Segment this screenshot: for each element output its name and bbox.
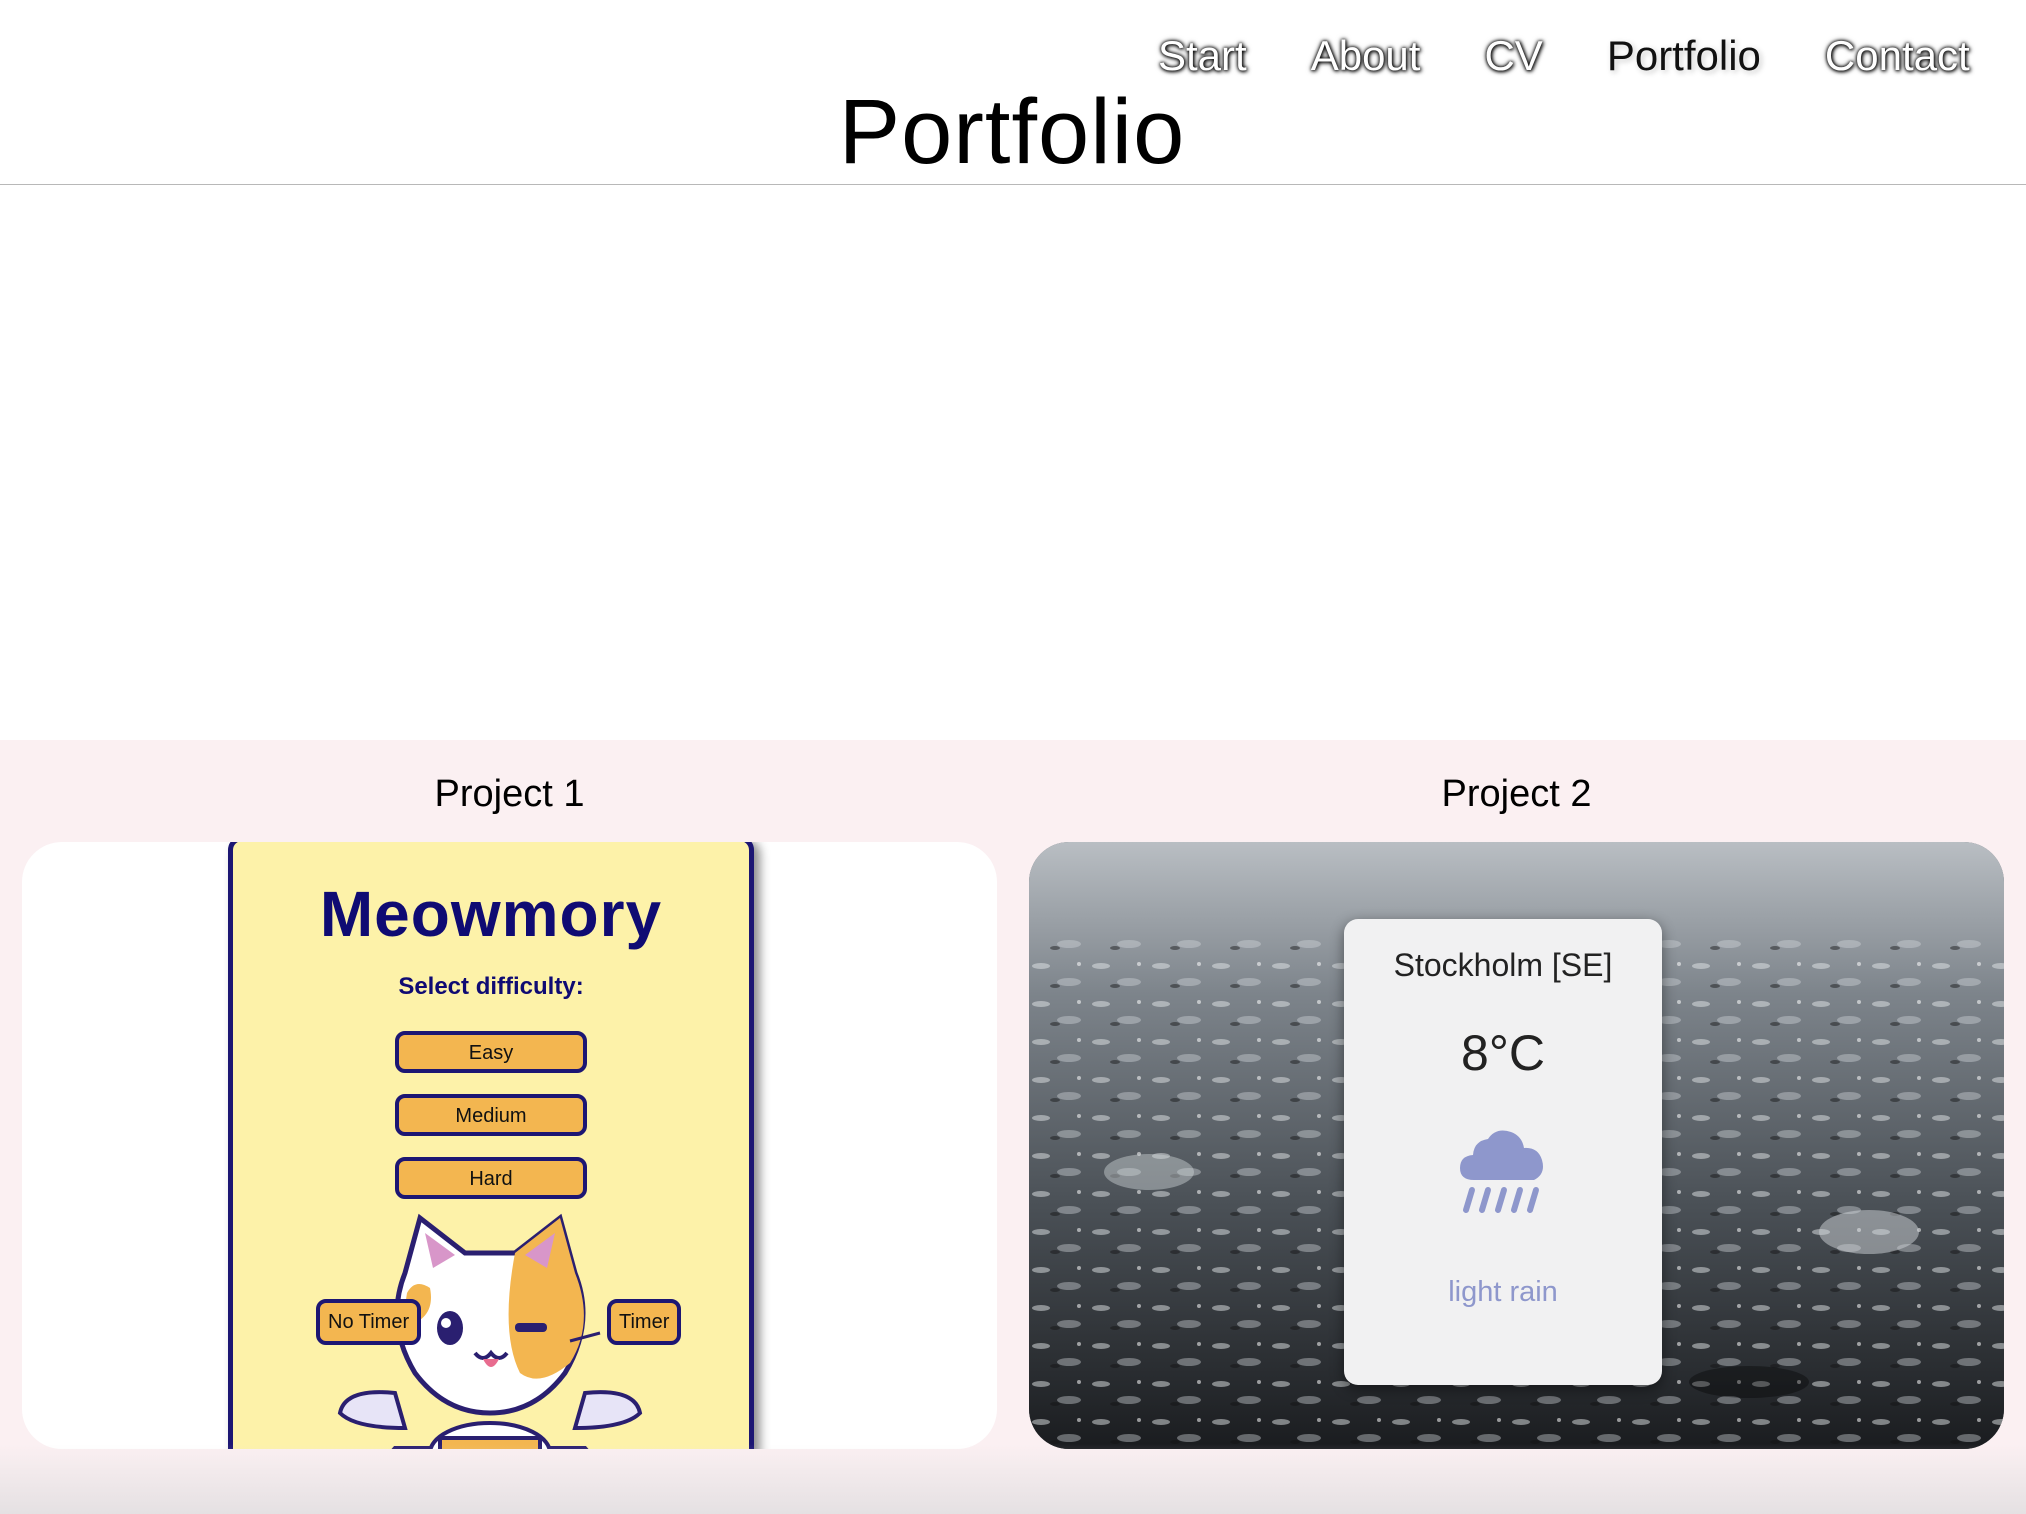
timer-button[interactable]: Timer (607, 1299, 682, 1345)
nav-portfolio[interactable]: Portfolio (1607, 30, 1761, 82)
site-header: Start About CV Portfolio Contact Portfol… (0, 0, 2026, 185)
page-title: Portfolio (0, 80, 2026, 184)
project-2-card[interactable]: Stockholm [SE] 8°C light rain (1029, 842, 2004, 1449)
meowmory-title: Meowmory (319, 878, 663, 950)
project-2-label: Project 2 (1441, 773, 1592, 815)
difficulty-prompt: Select difficulty: (398, 973, 584, 1000)
project-1-label: Project 1 (434, 773, 585, 815)
easy-button[interactable]: Easy (395, 1031, 587, 1073)
page-title-text: Portfolio (838, 81, 1186, 183)
nav-start[interactable]: Start (1158, 30, 1247, 82)
rain-cloud-icon (1460, 1130, 1543, 1213)
nav-contact[interactable]: Contact (1825, 30, 1970, 82)
section-bottom-fade (0, 1444, 2026, 1514)
main-nav: Start About CV Portfolio Contact (1130, 30, 1970, 82)
hard-button[interactable]: Hard (395, 1157, 587, 1199)
city-name: Stockholm [SE] (1393, 947, 1613, 983)
weather-description: light rain (1448, 1276, 1558, 1308)
nav-cv[interactable]: CV (1484, 30, 1542, 82)
temperature: 8°C (1461, 1025, 1545, 1081)
projects-section: Project 1 Project 2 Meowmory Select diff… (0, 740, 2026, 1514)
meowmory-preview: Meowmory Select difficulty: Easy Medium … (228, 842, 754, 1449)
nav-about[interactable]: About (1311, 30, 1421, 82)
no-timer-button[interactable]: No Timer (316, 1299, 422, 1345)
project-1-card[interactable]: Meowmory Select difficulty: Easy Medium … (22, 842, 997, 1449)
medium-button[interactable]: Medium (395, 1094, 587, 1136)
weather-widget: Stockholm [SE] 8°C light rain (1344, 919, 1662, 1385)
